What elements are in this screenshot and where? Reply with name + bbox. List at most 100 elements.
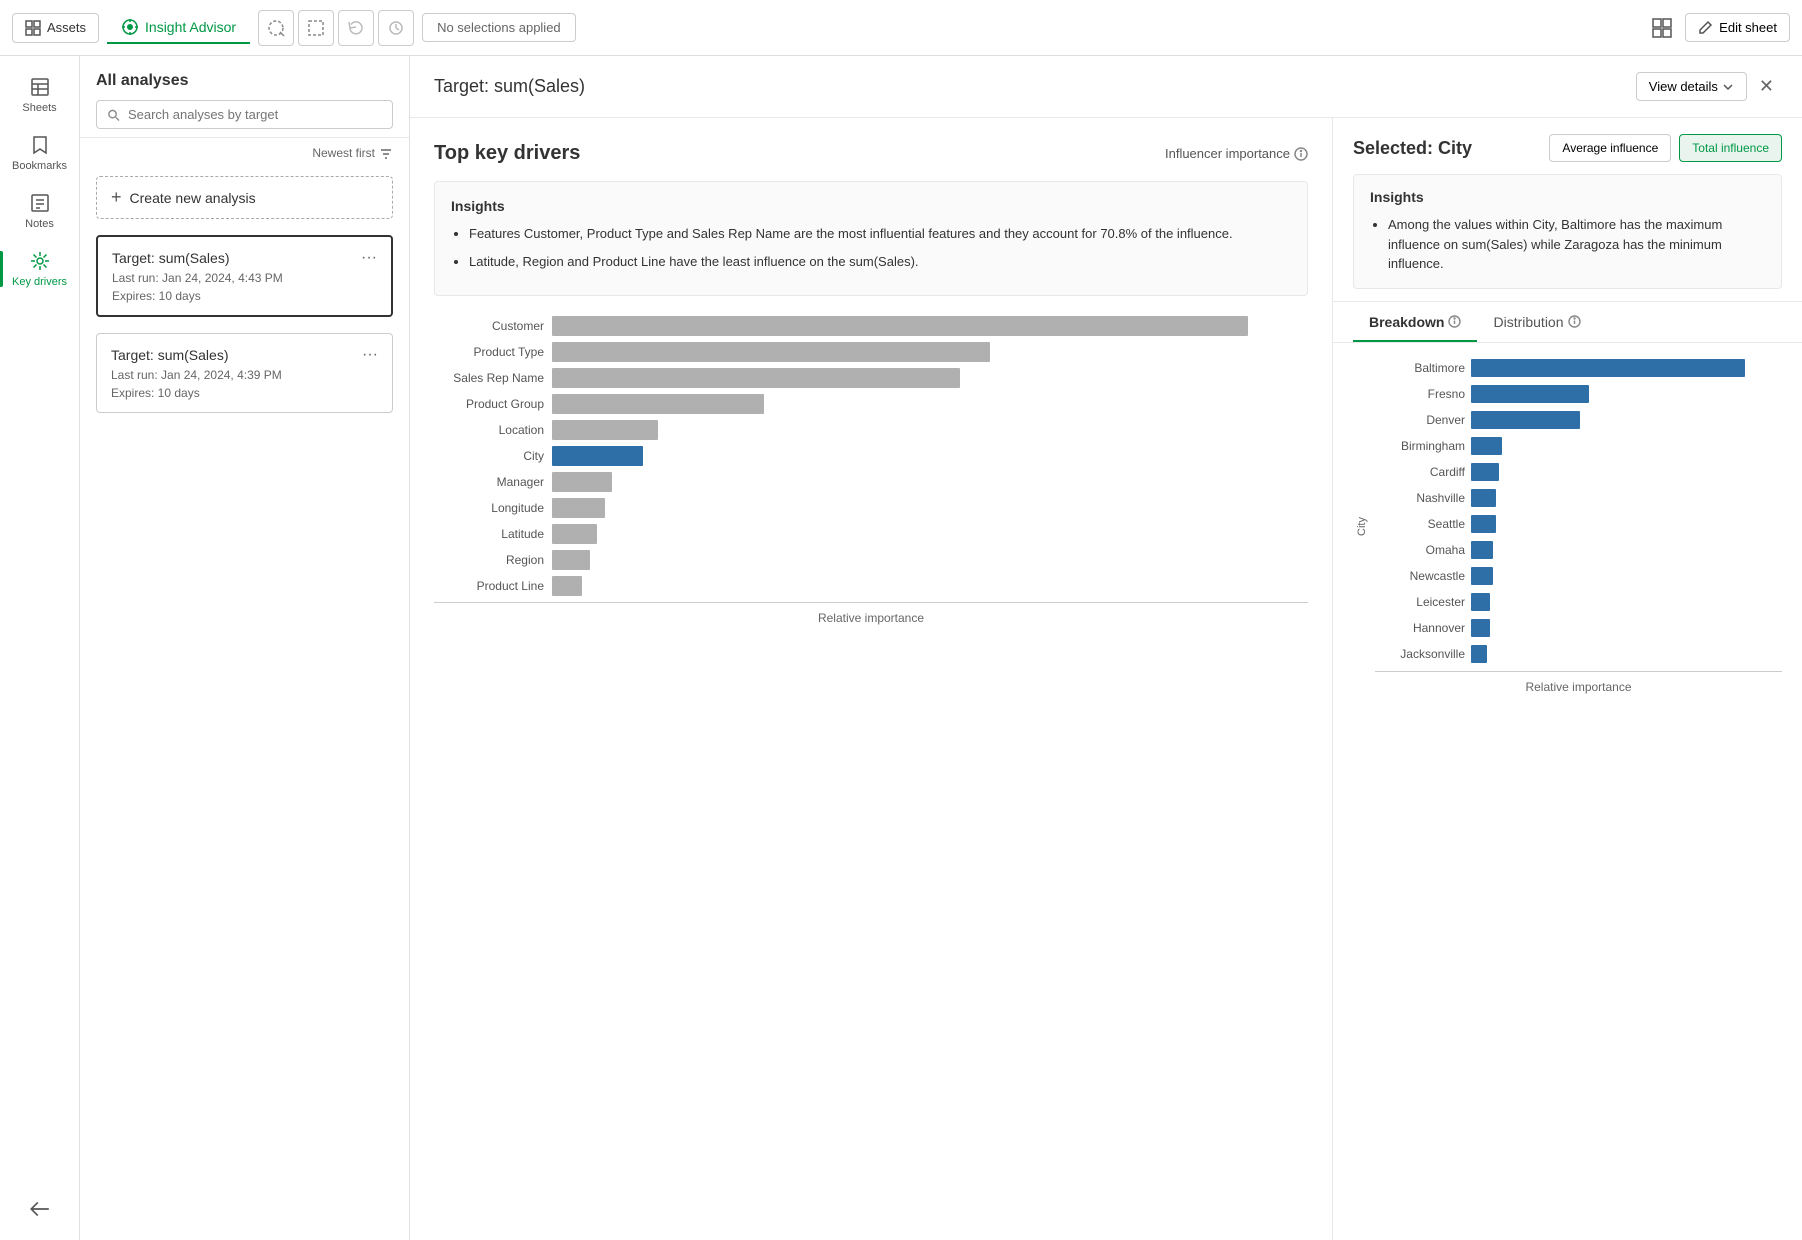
notes-label: Notes — [25, 218, 54, 230]
right-bar-fill-9 — [1471, 593, 1490, 611]
insight-advisor-icon — [121, 18, 139, 36]
tab-info-icon-breakdown — [1448, 315, 1461, 328]
sort-icon — [379, 146, 393, 160]
right-bar-track-4 — [1471, 463, 1782, 481]
left-sidebar: Sheets Bookmarks Notes Key driv — [0, 56, 80, 1240]
right-bar-track-8 — [1471, 567, 1782, 585]
no-selections-indicator: No selections applied — [422, 13, 576, 42]
right-bar-row-5: Nashville — [1375, 489, 1782, 507]
sidebar-item-key-drivers[interactable]: Key drivers — [4, 242, 76, 296]
left-bar-track-3 — [552, 394, 1308, 414]
right-bar-fill-1 — [1471, 385, 1589, 403]
view-toggle[interactable] — [1651, 17, 1673, 39]
influencer-label-text: Influencer importance — [1165, 146, 1290, 161]
refresh-icon — [348, 20, 364, 36]
panel-header: All analyses — [80, 56, 409, 138]
create-new-analysis-button[interactable]: + Create new analysis — [96, 176, 393, 219]
sidebar-item-bookmarks[interactable]: Bookmarks — [4, 126, 76, 180]
panel-title: All analyses — [96, 72, 393, 90]
right-bar-row-7: Omaha — [1375, 541, 1782, 559]
right-bar-row-6: Seattle — [1375, 515, 1782, 533]
left-bar-fill-1 — [552, 342, 990, 362]
left-insights-title: Insights — [451, 198, 1291, 214]
analysis-card-0[interactable]: Target: sum(Sales) ··· Last run: Jan 24,… — [96, 235, 393, 317]
edit-icon — [1698, 20, 1713, 35]
right-bar-label-5: Nashville — [1375, 491, 1465, 505]
right-bars-container: BaltimoreFresnoDenverBirminghamCardiffNa… — [1375, 359, 1782, 694]
right-bar-label-7: Omaha — [1375, 543, 1465, 557]
influence-buttons: Average influence Total influence — [1549, 134, 1782, 162]
analysis-card-1[interactable]: Target: sum(Sales) ··· Last run: Jan 24,… — [96, 333, 393, 413]
right-bar-fill-3 — [1471, 437, 1502, 455]
left-bar-row-5: City — [434, 446, 1308, 466]
right-bar-row-0: Baltimore — [1375, 359, 1782, 377]
left-bar-row-8: Latitude — [434, 524, 1308, 544]
analysis-card-title-1: Target: sum(Sales) — [111, 347, 228, 363]
left-bar-row-1: Product Type — [434, 342, 1308, 362]
right-bar-fill-2 — [1471, 411, 1580, 429]
clock-icon — [388, 20, 404, 36]
content-title: Target: sum(Sales) — [434, 76, 585, 97]
search-box[interactable] — [96, 100, 393, 129]
collapse-button[interactable] — [4, 1190, 76, 1228]
total-influence-button[interactable]: Total influence — [1679, 134, 1782, 162]
search-input[interactable] — [128, 107, 382, 122]
left-insights-box: Insights Features Customer, Product Type… — [434, 181, 1308, 296]
edit-sheet-label: Edit sheet — [1719, 20, 1777, 35]
lasso-icon-button[interactable] — [258, 10, 294, 46]
close-button[interactable]: ✕ — [1755, 72, 1778, 101]
left-bar-row-3: Product Group — [434, 394, 1308, 414]
right-bar-track-2 — [1471, 411, 1782, 429]
left-bar-track-2 — [552, 368, 1308, 388]
search-icon — [107, 108, 120, 122]
edit-sheet-button[interactable]: Edit sheet — [1685, 13, 1790, 42]
left-bar-track-10 — [552, 576, 1308, 596]
sidebar-item-sheets[interactable]: Sheets — [4, 68, 76, 122]
left-bar-label-2: Sales Rep Name — [434, 371, 544, 385]
view-grid-icon — [1651, 17, 1673, 39]
topbar-right: Edit sheet — [1651, 13, 1790, 42]
key-drivers-label: Key drivers — [12, 276, 67, 288]
no-selections-label: No selections applied — [437, 20, 561, 35]
clock-icon-button[interactable] — [378, 10, 414, 46]
tab-distribution[interactable]: Distribution — [1477, 302, 1596, 342]
left-bar-row-7: Longitude — [434, 498, 1308, 518]
assets-button[interactable]: Assets — [12, 13, 99, 43]
analyses-panel: All analyses Newest first + Create new a… — [80, 56, 410, 1240]
analysis-card-menu-0[interactable]: ··· — [361, 249, 377, 267]
plus-icon: + — [111, 187, 122, 208]
tab-breakdown-label: Breakdown — [1369, 314, 1444, 330]
right-chart-area: City BaltimoreFresnoDenverBirminghamCard… — [1333, 343, 1802, 1240]
content-header: Target: sum(Sales) View details ✕ — [410, 56, 1802, 118]
insight-advisor-label: Insight Advisor — [145, 19, 236, 35]
left-bar-track-6 — [552, 472, 1308, 492]
chevron-down-icon — [1722, 81, 1734, 93]
right-bar-track-0 — [1471, 359, 1782, 377]
right-bar-label-8: Newcastle — [1375, 569, 1465, 583]
avg-influence-button[interactable]: Average influence — [1549, 134, 1671, 162]
key-drivers-icon — [29, 250, 51, 272]
right-bar-track-1 — [1471, 385, 1782, 403]
right-bar-track-9 — [1471, 593, 1782, 611]
left-bar-track-9 — [552, 550, 1308, 570]
left-bar-track-8 — [552, 524, 1308, 544]
analysis-card-header-1: Target: sum(Sales) ··· — [111, 346, 378, 364]
view-details-label: View details — [1649, 79, 1718, 94]
left-bar-label-0: Customer — [434, 319, 544, 333]
right-bar-fill-5 — [1471, 489, 1496, 507]
sidebar-item-notes[interactable]: Notes — [4, 184, 76, 238]
right-panel-top: Selected: City Average influence Total i… — [1353, 134, 1782, 162]
right-bar-fill-6 — [1471, 515, 1496, 533]
insight-advisor-button[interactable]: Insight Advisor — [107, 12, 250, 44]
tab-breakdown[interactable]: Breakdown — [1353, 302, 1477, 342]
sort-row: Newest first — [80, 138, 409, 168]
analysis-card-title-0: Target: sum(Sales) — [112, 250, 229, 266]
left-bar-row-9: Region — [434, 550, 1308, 570]
sort-label: Newest first — [312, 146, 375, 160]
analysis-card-menu-1[interactable]: ··· — [362, 346, 378, 364]
view-details-button[interactable]: View details — [1636, 72, 1747, 101]
left-insight-0: Features Customer, Product Type and Sale… — [469, 224, 1291, 244]
left-bar-label-9: Region — [434, 553, 544, 567]
rect-select-icon-button[interactable] — [298, 10, 334, 46]
refresh-icon-button[interactable] — [338, 10, 374, 46]
